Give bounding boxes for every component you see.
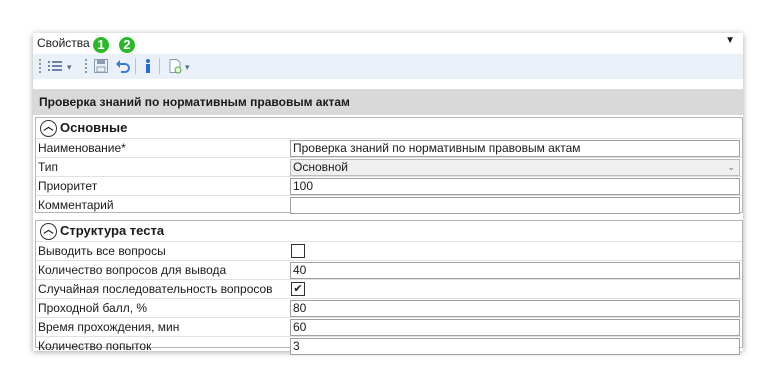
property-row-priority: Приоритет 100 (36, 176, 742, 195)
dropdown-icon[interactable]: ▼ (725, 35, 735, 46)
object-caption: Проверка знаний по нормативным правовым … (33, 89, 743, 115)
toolbar: ▾ ▾ (33, 54, 743, 79)
title-bar: Свойства ▼ (33, 33, 743, 53)
property-row-question-count: Количество вопросов для вывода 40 (36, 260, 742, 279)
window-title: Свойства (37, 36, 90, 50)
save-icon[interactable] (93, 58, 109, 74)
property-label: Случайная последовательность вопросов (38, 282, 273, 296)
property-label: Время прохождения, мин (38, 320, 180, 334)
collapse-icon[interactable]: ︿ (40, 120, 57, 137)
property-label: Количество попыток (38, 339, 152, 353)
show-all-checkbox[interactable] (291, 244, 305, 258)
random-order-checkbox[interactable]: ✔ (291, 282, 305, 296)
group-test-structure: ︿ Структура теста Выводить все вопросы К… (35, 220, 743, 355)
group-title: Основные (60, 120, 128, 135)
property-row-name: Наименование* Проверка знаний по нормати… (36, 138, 742, 157)
document-icon[interactable] (167, 58, 183, 74)
comment-field[interactable] (290, 197, 740, 214)
priority-field[interactable]: 100 (290, 178, 740, 195)
property-label: Количество вопросов для вывода (38, 263, 227, 277)
callout-badge-1: 1 (91, 35, 111, 55)
property-label: Комментарий (38, 198, 114, 212)
list-icon[interactable] (47, 58, 65, 74)
attempts-field[interactable]: 3 (290, 338, 740, 355)
property-row-duration: Время прохождения, мин 60 (36, 317, 742, 336)
callout-badge-2: 2 (117, 35, 137, 55)
group-title: Структура теста (60, 223, 165, 238)
property-label: Наименование* (38, 141, 126, 155)
group-main: ︿ Основные Наименование* Проверка знаний… (35, 117, 743, 214)
property-row-type: Тип Основной ⌄ (36, 157, 742, 176)
type-select[interactable]: Основной ⌄ (290, 159, 740, 176)
properties-window: Свойства ▼ 1 2 ▾ ▾ Проверка знаний по но… (33, 33, 743, 355)
property-label: Проходной балл, % (38, 301, 148, 315)
chevron-down-icon[interactable]: ⌄ (727, 160, 735, 175)
name-field[interactable]: Проверка знаний по нормативным правовым … (290, 140, 740, 157)
group-header[interactable]: ︿ Структура теста (36, 221, 742, 241)
property-label: Выводить все вопросы (38, 244, 166, 258)
pass-score-field[interactable]: 80 (290, 300, 740, 317)
document-dropdown-icon[interactable]: ▾ (185, 62, 190, 78)
property-row-show-all: Выводить все вопросы (36, 241, 742, 260)
info-icon[interactable] (143, 58, 153, 74)
type-select-value: Основной (293, 160, 349, 174)
group-header[interactable]: ︿ Основные (36, 118, 742, 138)
duration-field[interactable]: 60 (290, 319, 740, 336)
property-label: Приоритет (38, 179, 98, 193)
list-dropdown-icon[interactable]: ▾ (67, 62, 72, 78)
property-row-random-order: Случайная последовательность вопросов ✔ (36, 279, 742, 298)
undo-icon[interactable] (115, 58, 131, 74)
toolbar-separator (135, 58, 136, 74)
object-caption-text: Проверка знаний по нормативным правовым … (39, 95, 350, 109)
toolbar-separator-2 (159, 58, 160, 74)
property-label: Тип (38, 160, 59, 174)
toolbar-grip-2[interactable] (85, 59, 89, 73)
toolbar-grip[interactable] (39, 59, 43, 73)
property-row-pass-score: Проходной балл, % 80 (36, 298, 742, 317)
property-row-attempts: Количество попыток 3 (36, 336, 742, 355)
collapse-icon[interactable]: ︿ (40, 223, 57, 240)
property-row-comment: Комментарий (36, 195, 742, 214)
question-count-field[interactable]: 40 (290, 262, 740, 279)
